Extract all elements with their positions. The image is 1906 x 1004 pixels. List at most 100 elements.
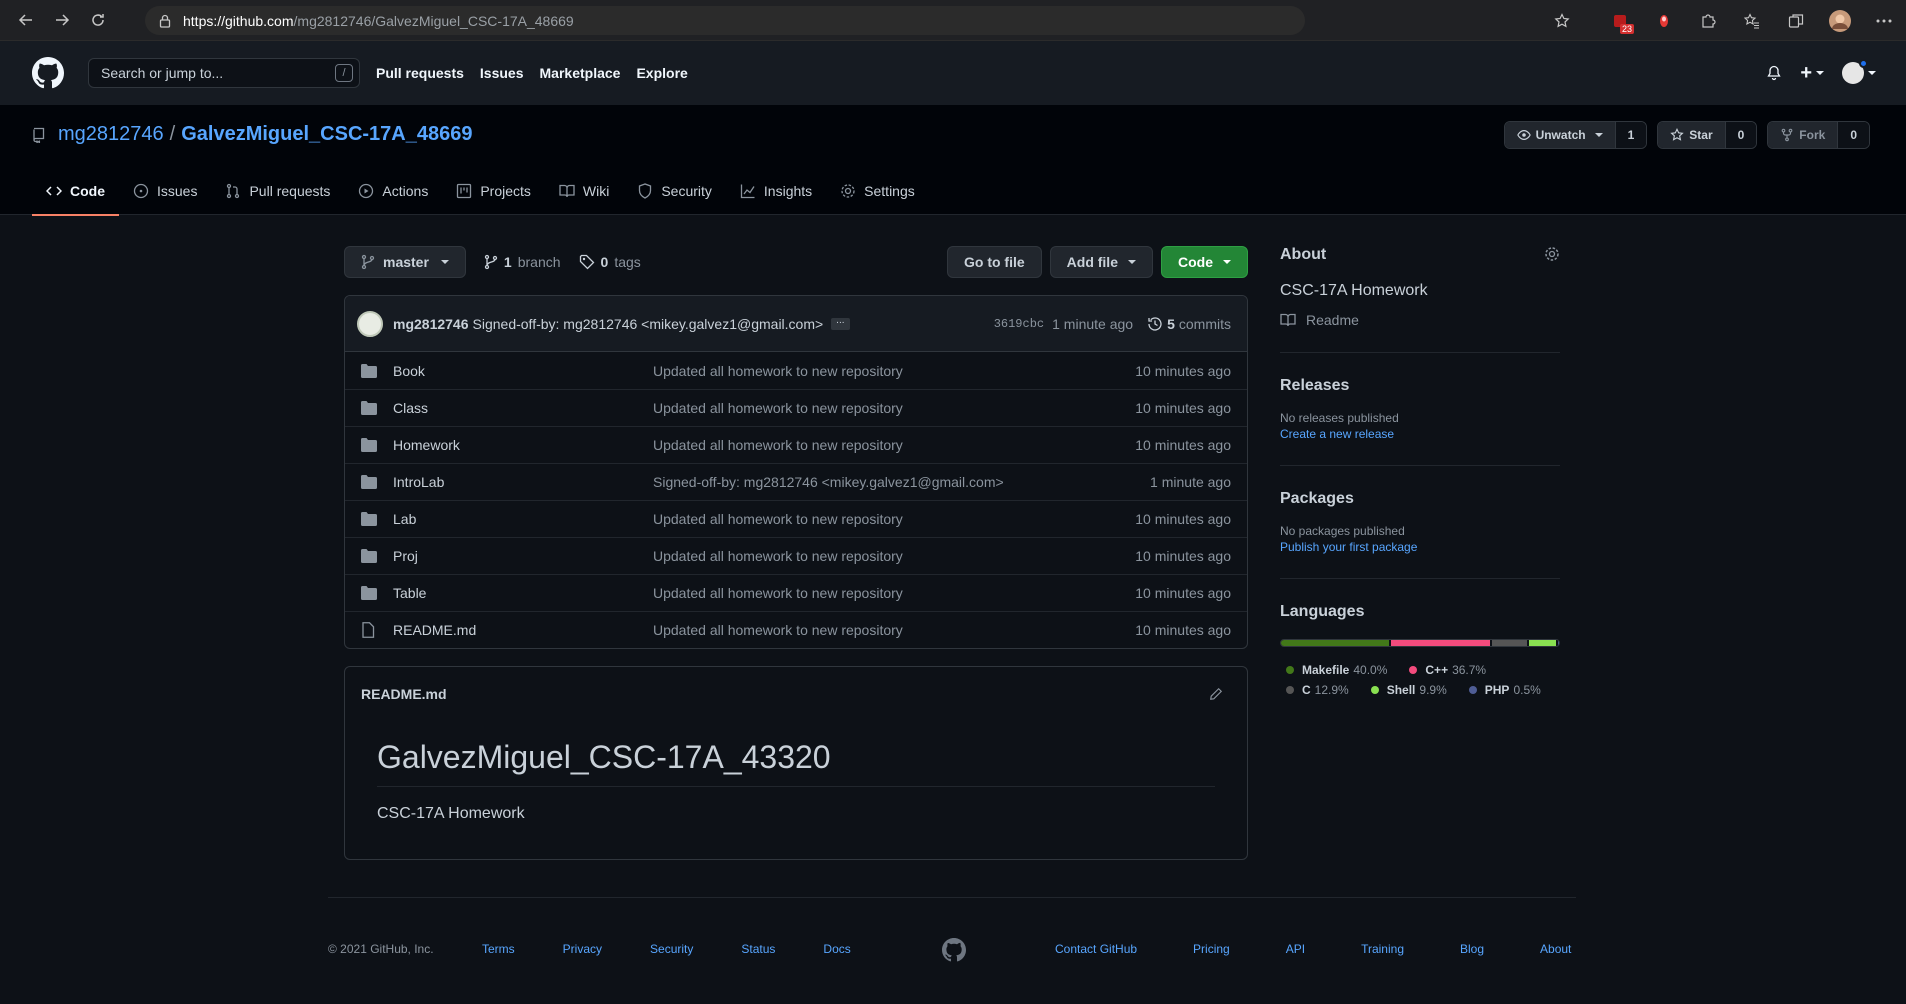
forks-count[interactable]: 0: [1837, 122, 1869, 148]
commits-history-link[interactable]: 5 commits: [1147, 316, 1231, 332]
footer-link-terms[interactable]: Terms: [482, 942, 515, 956]
footer-link-docs[interactable]: Docs: [823, 942, 850, 956]
file-name-link[interactable]: Proj: [393, 548, 653, 564]
file-name-link[interactable]: Table: [393, 585, 653, 601]
footer-link-security[interactable]: Security: [650, 942, 693, 956]
favorite-add-icon[interactable]: [1540, 0, 1584, 41]
language-bar-segment[interactable]: [1492, 640, 1527, 646]
file-commit-message-link[interactable]: Updated all homework to new repository: [653, 548, 903, 564]
user-menu[interactable]: [1842, 59, 1876, 84]
file-name-link[interactable]: IntroLab: [393, 474, 653, 490]
reload-icon[interactable]: [80, 4, 116, 36]
readme-link[interactable]: Readme: [1280, 312, 1560, 328]
tab-actions[interactable]: Actions: [344, 167, 442, 215]
footer-link-api[interactable]: API: [1286, 942, 1305, 956]
packages-title[interactable]: Packages: [1280, 490, 1560, 508]
file-commit-message-link[interactable]: Updated all homework to new repository: [653, 511, 903, 527]
more-icon[interactable]: [1862, 0, 1906, 41]
language-bar-segment[interactable]: [1557, 640, 1559, 646]
file-row[interactable]: Class Updated all homework to new reposit…: [345, 389, 1247, 426]
file-row[interactable]: Homework Updated all homework to new repo…: [345, 426, 1247, 463]
search-input[interactable]: [101, 65, 321, 81]
extension-red-icon[interactable]: [1642, 0, 1686, 41]
star-button[interactable]: Star: [1658, 122, 1725, 148]
publish-package-link[interactable]: Publish your first package: [1280, 540, 1560, 554]
tab-issues[interactable]: Issues: [119, 167, 211, 215]
file-name-link[interactable]: Lab: [393, 511, 653, 527]
language-item[interactable]: C++ 36.7%: [1403, 663, 1486, 677]
file-row[interactable]: README.md Updated all homework to new rep…: [345, 611, 1247, 648]
file-commit-message-link[interactable]: Updated all homework to new repository: [653, 585, 903, 601]
tab-insights[interactable]: Insights: [726, 167, 826, 215]
code-button[interactable]: Code: [1161, 246, 1248, 278]
footer-link-training[interactable]: Training: [1361, 942, 1404, 956]
fork-button[interactable]: Fork: [1768, 122, 1838, 148]
watchers-count[interactable]: 1: [1614, 122, 1647, 148]
file-name-link[interactable]: Homework: [393, 437, 653, 453]
go-to-file-button[interactable]: Go to file: [946, 246, 1042, 278]
repo-name-link[interactable]: GalvezMiguel_CSC-17A_48669: [181, 123, 472, 146]
commit-author-link[interactable]: mg2812746: [393, 316, 469, 332]
language-item[interactable]: C 12.9%: [1280, 683, 1349, 697]
file-row[interactable]: Table Updated all homework to new reposit…: [345, 574, 1247, 611]
footer-link-pricing[interactable]: Pricing: [1193, 942, 1230, 956]
forward-icon[interactable]: [44, 4, 80, 36]
branch-select-button[interactable]: master: [344, 246, 466, 278]
avatar[interactable]: [357, 310, 383, 337]
file-commit-message-link[interactable]: Updated all homework to new repository: [653, 437, 903, 453]
tab-wiki[interactable]: Wiki: [545, 167, 623, 215]
nav-explore[interactable]: Explore: [636, 65, 687, 81]
tab-projects[interactable]: Projects: [442, 167, 545, 215]
tab-settings[interactable]: Settings: [826, 167, 929, 215]
file-name-link[interactable]: README.md: [393, 622, 653, 638]
create-release-link[interactable]: Create a new release: [1280, 427, 1560, 441]
language-item[interactable]: Shell 9.9%: [1365, 683, 1447, 697]
language-bar-segment[interactable]: [1391, 640, 1491, 646]
add-file-button[interactable]: Add file: [1049, 246, 1153, 278]
file-commit-message-link[interactable]: Updated all homework to new repository: [653, 363, 903, 379]
commit-message-link[interactable]: Signed-off-by: mg2812746 <mikey.galvez1@…: [473, 316, 824, 332]
file-commit-message-link[interactable]: Signed-off-by: mg2812746 <mikey.galvez1@…: [653, 474, 1004, 490]
back-icon[interactable]: [8, 4, 44, 36]
language-item[interactable]: Makefile 40.0%: [1280, 663, 1387, 677]
footer-link-contact[interactable]: Contact GitHub: [1055, 942, 1137, 956]
unwatch-button[interactable]: Unwatch: [1504, 122, 1615, 148]
github-logo-icon[interactable]: [32, 57, 64, 89]
tags-link[interactable]: 0 tags: [579, 254, 641, 270]
file-row[interactable]: Lab Updated all homework to new repositor…: [345, 500, 1247, 537]
profile-avatar-icon[interactable]: [1818, 0, 1862, 41]
file-name-link[interactable]: Class: [393, 400, 653, 416]
file-row[interactable]: Book Updated all homework to new reposito…: [345, 352, 1247, 389]
footer-link-privacy[interactable]: Privacy: [563, 942, 602, 956]
bell-icon[interactable]: [1766, 65, 1782, 81]
pencil-icon[interactable]: [1209, 687, 1223, 701]
language-bar-segment[interactable]: [1528, 640, 1556, 646]
extension-badge-icon[interactable]: 23: [1598, 0, 1642, 41]
gear-icon[interactable]: [1544, 246, 1560, 262]
nav-pull-requests[interactable]: Pull requests: [376, 65, 464, 81]
releases-title[interactable]: Releases: [1280, 377, 1560, 395]
collections-icon[interactable]: [1774, 0, 1818, 41]
search-box[interactable]: /: [88, 58, 360, 88]
stars-count[interactable]: 0: [1724, 122, 1757, 148]
footer-link-blog[interactable]: Blog: [1460, 942, 1484, 956]
github-mark-icon[interactable]: [942, 938, 966, 962]
language-item[interactable]: PHP 0.5%: [1463, 683, 1541, 697]
repo-owner-link[interactable]: mg2812746: [58, 123, 164, 146]
tab-security[interactable]: Security: [623, 167, 726, 215]
nav-issues[interactable]: Issues: [480, 65, 524, 81]
address-bar[interactable]: https://github.com/mg2812746/GalvezMigue…: [145, 6, 1305, 35]
branches-link[interactable]: 1 branch: [484, 254, 561, 270]
file-row[interactable]: IntroLab Signed-off-by: mg2812746 <mikey.…: [345, 463, 1247, 500]
extensions-puzzle-icon[interactable]: [1686, 0, 1730, 41]
commit-sha-link[interactable]: 3619cbc: [994, 317, 1044, 331]
favorites-icon[interactable]: [1730, 0, 1774, 41]
commit-expand-button[interactable]: ...: [831, 315, 850, 330]
file-name-link[interactable]: Book: [393, 363, 653, 379]
file-commit-message-link[interactable]: Updated all homework to new repository: [653, 622, 903, 638]
nav-marketplace[interactable]: Marketplace: [540, 65, 621, 81]
create-new-menu[interactable]: +: [1800, 62, 1824, 85]
language-bar-segment[interactable]: [1281, 640, 1389, 646]
tab-pull-requests[interactable]: Pull requests: [211, 167, 344, 215]
footer-link-status[interactable]: Status: [741, 942, 775, 956]
